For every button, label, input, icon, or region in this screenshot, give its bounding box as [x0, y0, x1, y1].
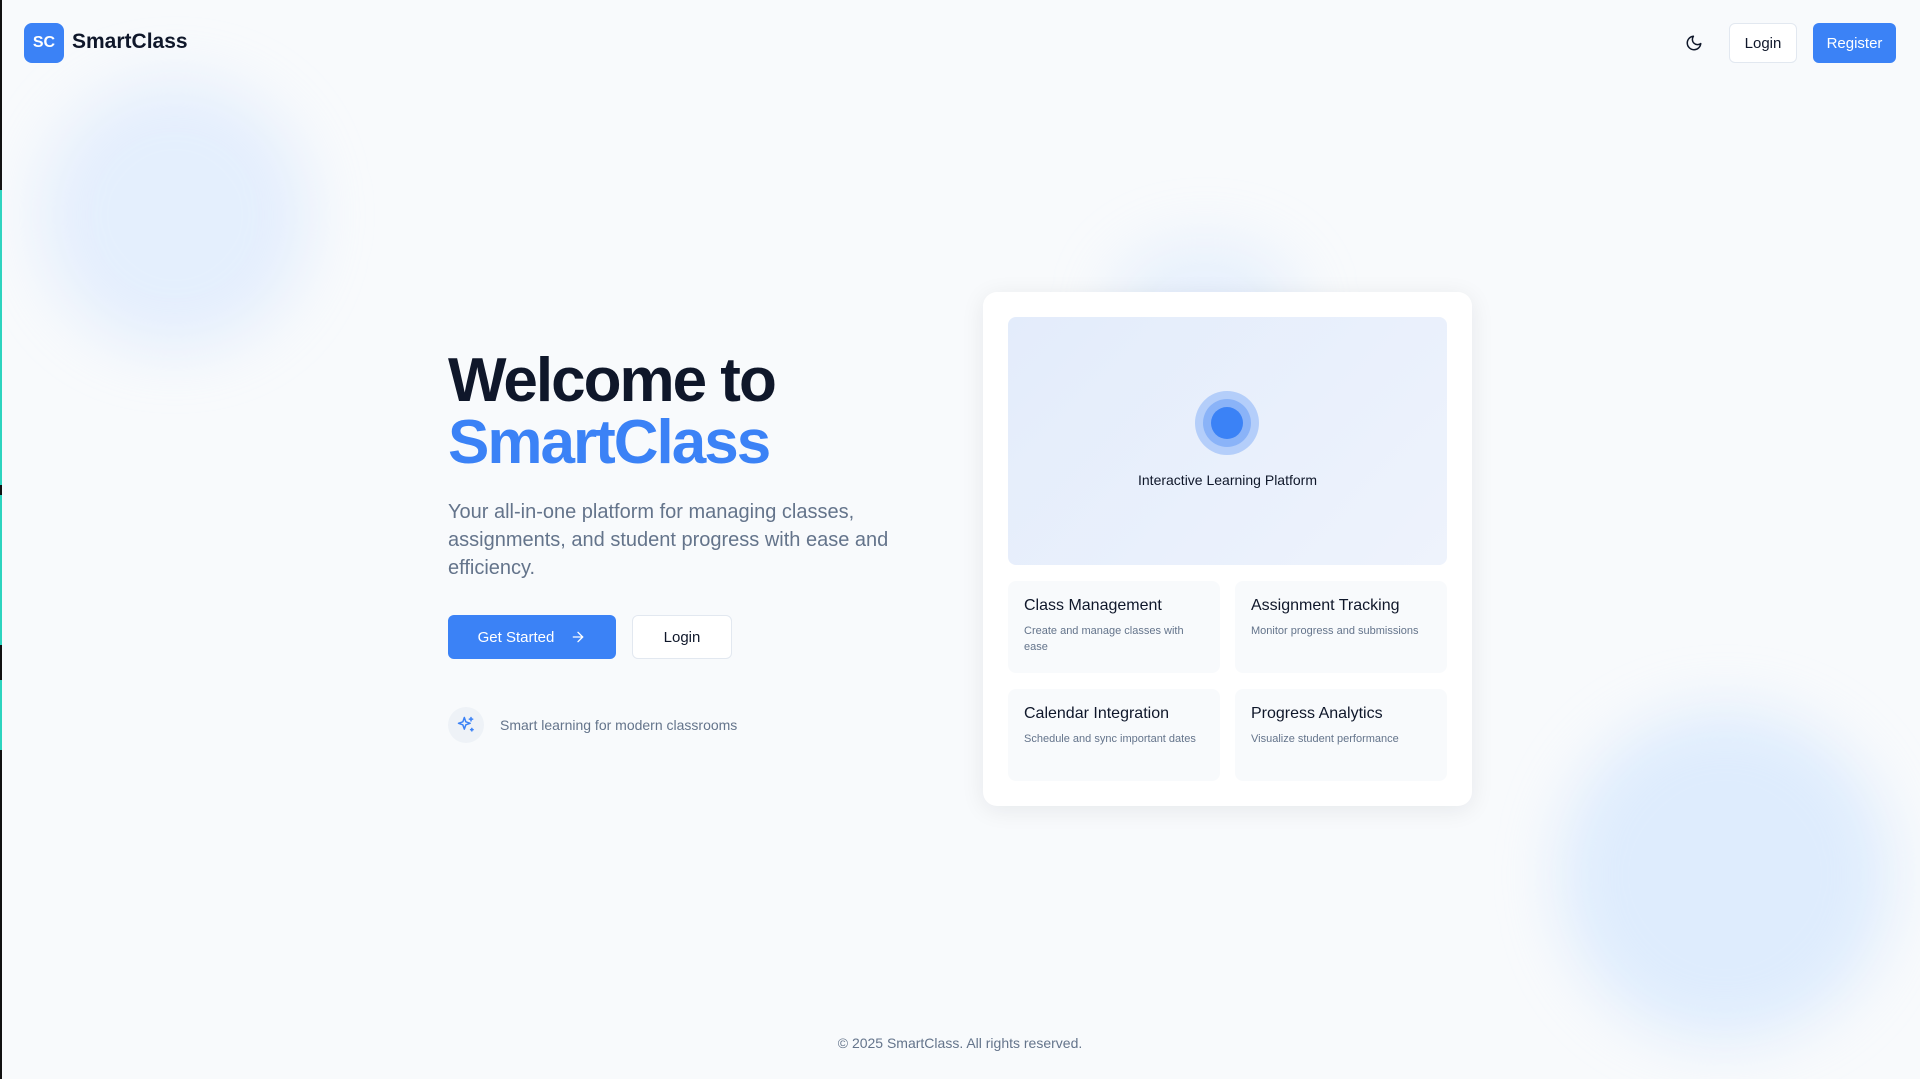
hero-login-button[interactable]: Login	[632, 615, 732, 659]
feature-description: Visualize student performance	[1251, 733, 1399, 745]
sparkles-icon	[448, 707, 484, 743]
feature-assignment-tracking[interactable]: Assignment Tracking Monitor progress and…	[1235, 581, 1447, 673]
hero-title: Welcome to SmartClass	[448, 350, 948, 474]
register-button[interactable]: Register	[1813, 23, 1896, 63]
window-edge	[0, 0, 2, 1079]
feature-title: Calendar Integration	[1024, 705, 1169, 722]
top-navbar: SC SmartClass Login Register	[0, 0, 1920, 86]
hero-title-line1: Welcome to	[448, 346, 777, 415]
feature-title: Assignment Tracking	[1251, 597, 1400, 614]
feature-description: Schedule and sync important dates	[1024, 733, 1196, 745]
edge-highlight	[0, 495, 2, 645]
tagline-text: Smart learning for modern classrooms	[500, 717, 738, 733]
get-started-button[interactable]: Get Started	[448, 615, 616, 659]
get-started-label: Get Started	[477, 628, 555, 646]
feature-title: Progress Analytics	[1251, 705, 1383, 722]
feature-description: Create and manage classes with ease	[1024, 625, 1184, 653]
background-glow	[40, 80, 310, 350]
hero-title-brand: SmartClass	[448, 408, 771, 477]
feature-description: Monitor progress and submissions	[1251, 625, 1419, 637]
brand-name[interactable]: SmartClass	[72, 30, 188, 54]
feature-calendar-integration[interactable]: Calendar Integration Schedule and sync i…	[1008, 689, 1220, 781]
edge-highlight	[0, 190, 2, 485]
logo-badge[interactable]: SC	[24, 23, 64, 63]
moon-icon	[1686, 35, 1702, 51]
edge-highlight	[0, 680, 2, 750]
hero-section: Welcome to SmartClass Your all-in-one pl…	[448, 350, 948, 743]
arrow-right-icon	[573, 631, 584, 643]
background-glow	[1560, 710, 1890, 1040]
theme-toggle-button[interactable]	[1674, 23, 1714, 63]
copyright-text: © 2025 SmartClass. All rights reserved.	[837, 1035, 1083, 1051]
pulse-indicator	[1195, 391, 1259, 455]
feature-card: Interactive Learning Platform Class Mana…	[983, 292, 1472, 806]
cta-buttons: Get Started Login	[448, 615, 732, 659]
feature-class-management[interactable]: Class Management Create and manage class…	[1008, 581, 1220, 673]
platform-showcase: Interactive Learning Platform	[1008, 317, 1447, 565]
tagline-row: Smart learning for modern classrooms	[448, 707, 737, 743]
feature-progress-analytics[interactable]: Progress Analytics Visualize student per…	[1235, 689, 1447, 781]
showcase-label: Interactive Learning Platform	[1138, 472, 1317, 488]
feature-title: Class Management	[1024, 597, 1162, 614]
hero-subtitle: Your all-in-one platform for managing cl…	[448, 501, 889, 579]
footer: © 2025 SmartClass. All rights reserved.	[0, 1035, 1920, 1051]
login-button[interactable]: Login	[1729, 23, 1797, 63]
